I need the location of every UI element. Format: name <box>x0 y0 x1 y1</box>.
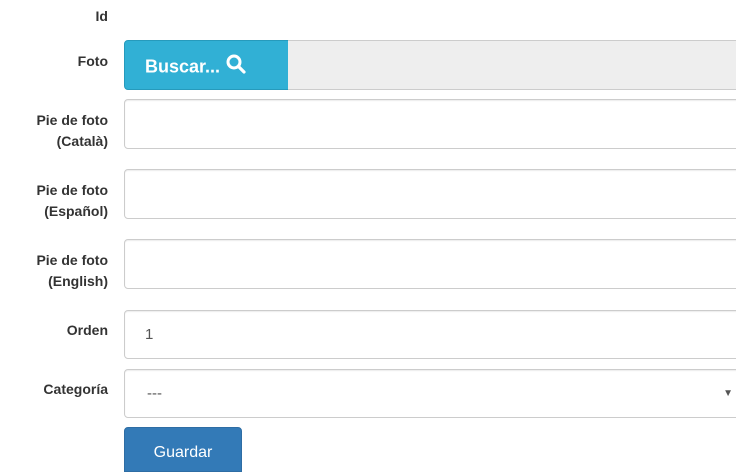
caption-catalan-input[interactable] <box>124 99 736 149</box>
caption-catalan-label-line2: (Català) <box>56 133 108 149</box>
category-selected-value: --- <box>147 385 162 402</box>
caption-catalan-label-line1: Pie de foto <box>36 112 108 128</box>
photo-file-input: Buscar... <box>124 40 736 90</box>
order-input[interactable]: 1 <box>124 310 736 359</box>
browse-button[interactable]: Buscar... <box>124 40 289 90</box>
caption-catalan-label: Pie de foto (Català) <box>4 110 108 152</box>
caption-english-label: Pie de foto (English) <box>4 250 108 292</box>
selected-file-display <box>288 40 736 90</box>
caption-english-input[interactable] <box>124 239 736 289</box>
order-label: Orden <box>66 322 108 338</box>
chevron-down-icon: ▼ <box>723 388 733 399</box>
caption-spanish-input[interactable] <box>124 169 736 219</box>
category-label: Categoría <box>43 381 108 397</box>
photo-form: Id Foto Buscar... Pie de foto (Català) P… <box>0 0 736 472</box>
save-button[interactable]: Guardar <box>124 427 242 472</box>
search-icon <box>226 54 246 74</box>
caption-spanish-label-line2: (Español) <box>44 203 108 219</box>
id-label: Id <box>95 8 108 24</box>
caption-spanish-label-line1: Pie de foto <box>36 182 108 198</box>
caption-english-label-line1: Pie de foto <box>36 252 108 268</box>
caption-english-label-line2: (English) <box>48 273 108 289</box>
order-value: 1 <box>145 326 154 343</box>
category-select[interactable]: --- ▼ <box>124 369 736 418</box>
caption-spanish-label: Pie de foto (Español) <box>4 180 108 222</box>
photo-label: Foto <box>77 53 108 69</box>
browse-button-label: Buscar... <box>145 56 221 77</box>
